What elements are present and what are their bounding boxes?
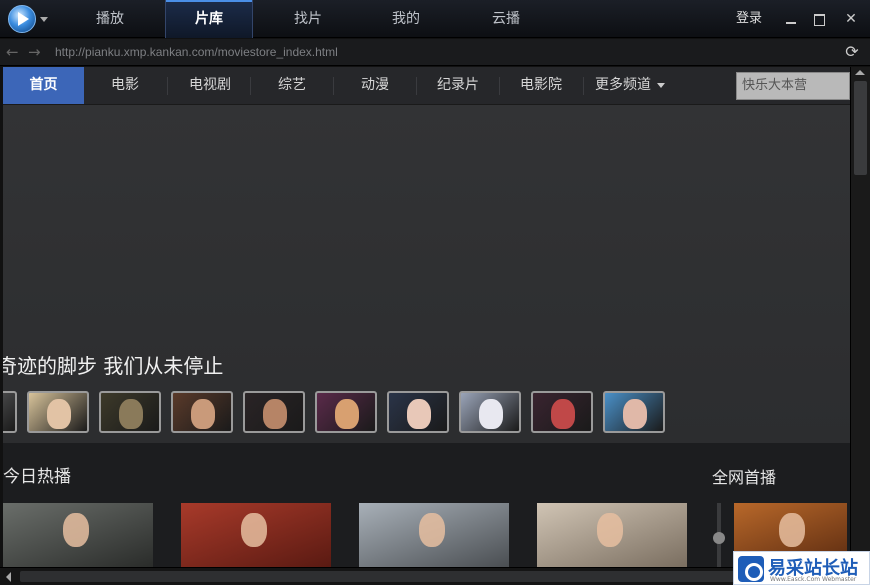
- channel-variety[interactable]: 综艺: [253, 67, 331, 104]
- vertical-scroll-thumb[interactable]: [854, 81, 867, 175]
- poster-figure: [419, 513, 445, 547]
- channel-nav: 首页 电影 电视剧 综艺 动漫 纪录片 电影院 更多频道 快乐大本营: [3, 67, 850, 105]
- close-icon[interactable]: ✕: [841, 9, 861, 29]
- thumbnail-face: [407, 399, 431, 429]
- channel-cinema[interactable]: 电影院: [502, 67, 580, 104]
- poster-figure: [63, 513, 89, 547]
- watermark-logo-icon: [738, 556, 764, 582]
- scroll-up-icon[interactable]: [855, 70, 865, 75]
- banner-thumbnail[interactable]: [459, 391, 521, 433]
- poster-figure: [241, 513, 267, 547]
- channel-more-label: 更多频道: [595, 77, 651, 93]
- channel-tv[interactable]: 电视剧: [171, 67, 249, 104]
- channel-home[interactable]: 首页: [3, 67, 84, 104]
- nav-divider: [583, 77, 584, 95]
- scroll-left-icon[interactable]: [6, 572, 11, 582]
- section-title-premiere: 全网首播: [712, 468, 777, 487]
- nav-divider: [333, 77, 334, 95]
- channel-anime[interactable]: 动漫: [336, 67, 414, 104]
- vertical-scrollbar[interactable]: [850, 67, 870, 567]
- tab-play[interactable]: 播放: [66, 0, 154, 38]
- nav-divider: [499, 77, 500, 95]
- poster-card[interactable]: [359, 503, 509, 567]
- banner-thumbnail[interactable]: [171, 391, 233, 433]
- nav-divider: [416, 77, 417, 95]
- thumbnail-face: [335, 399, 359, 429]
- tab-cloud[interactable]: 云播: [462, 0, 550, 38]
- banner-thumbnail[interactable]: [315, 391, 377, 433]
- channel-documentary[interactable]: 纪录片: [419, 67, 497, 104]
- tab-mine[interactable]: 我的: [362, 0, 450, 38]
- nav-divider: [250, 77, 251, 95]
- refresh-icon[interactable]: ⟳: [843, 43, 861, 61]
- poster-card[interactable]: [181, 503, 331, 567]
- thumbnail-face: [263, 399, 287, 429]
- tab-library[interactable]: 片库: [165, 0, 253, 38]
- channel-more[interactable]: 更多频道: [589, 67, 671, 104]
- horizontal-scrollbar[interactable]: [0, 567, 850, 585]
- content-area: 今日热播 全网首播: [3, 443, 850, 567]
- maximize-icon[interactable]: [809, 9, 829, 29]
- tab-find[interactable]: 找片: [264, 0, 352, 38]
- thumbnail-face: [479, 399, 503, 429]
- title-bar: 播放 片库 找片 我的 云播 登录 ✕: [0, 0, 870, 38]
- menu-caret-icon[interactable]: [40, 17, 48, 22]
- banner-thumbnail[interactable]: [603, 391, 665, 433]
- thumbnail-face: [119, 399, 143, 429]
- banner-thumbnail[interactable]: [531, 391, 593, 433]
- banner-slogan: 奇迹的脚步 我们从未停止: [3, 354, 224, 378]
- hero-banner[interactable]: 奇迹的脚步 我们从未停止: [3, 105, 850, 443]
- forward-arrow-icon[interactable]: →: [28, 44, 44, 60]
- section-title-hot-today: 今日热播: [3, 467, 71, 487]
- chevron-down-icon: [657, 82, 665, 88]
- banner-thumbnail[interactable]: [387, 391, 449, 433]
- banner-thumbnail[interactable]: [3, 391, 17, 433]
- back-arrow-icon[interactable]: ←: [6, 44, 22, 60]
- watermark-subtext: Www.Easck.Com Webmaster: [770, 576, 857, 583]
- poster-card[interactable]: [537, 503, 687, 567]
- address-bar: ← → http://pianku.xmp.kankan.com/moviest…: [0, 39, 870, 66]
- nav-divider: [167, 77, 168, 95]
- thumbnail-face: [47, 399, 71, 429]
- app-logo-icon[interactable]: [8, 5, 36, 33]
- url-text[interactable]: http://pianku.xmp.kankan.com/moviestore_…: [55, 45, 338, 59]
- poster-figure: [779, 513, 806, 547]
- banner-thumbnails: [3, 391, 850, 435]
- search-input[interactable]: 快乐大本营: [736, 72, 850, 100]
- site-watermark: 易采站长站 Www.Easck.Com Webmaster: [733, 551, 870, 585]
- thumbnail-face: [623, 399, 647, 429]
- volume-slider-knob[interactable]: [713, 532, 725, 544]
- minimize-icon[interactable]: [781, 9, 801, 29]
- banner-thumbnail[interactable]: [27, 391, 89, 433]
- login-link[interactable]: 登录: [736, 0, 762, 38]
- thumbnail-face: [551, 399, 575, 429]
- poster-figure: [597, 513, 623, 547]
- banner-thumbnail[interactable]: [243, 391, 305, 433]
- thumbnail-face: [191, 399, 215, 429]
- horizontal-scroll-thumb[interactable]: [20, 571, 820, 582]
- poster-card[interactable]: [3, 503, 153, 567]
- channel-movie[interactable]: 电影: [87, 67, 163, 104]
- banner-thumbnail[interactable]: [99, 391, 161, 433]
